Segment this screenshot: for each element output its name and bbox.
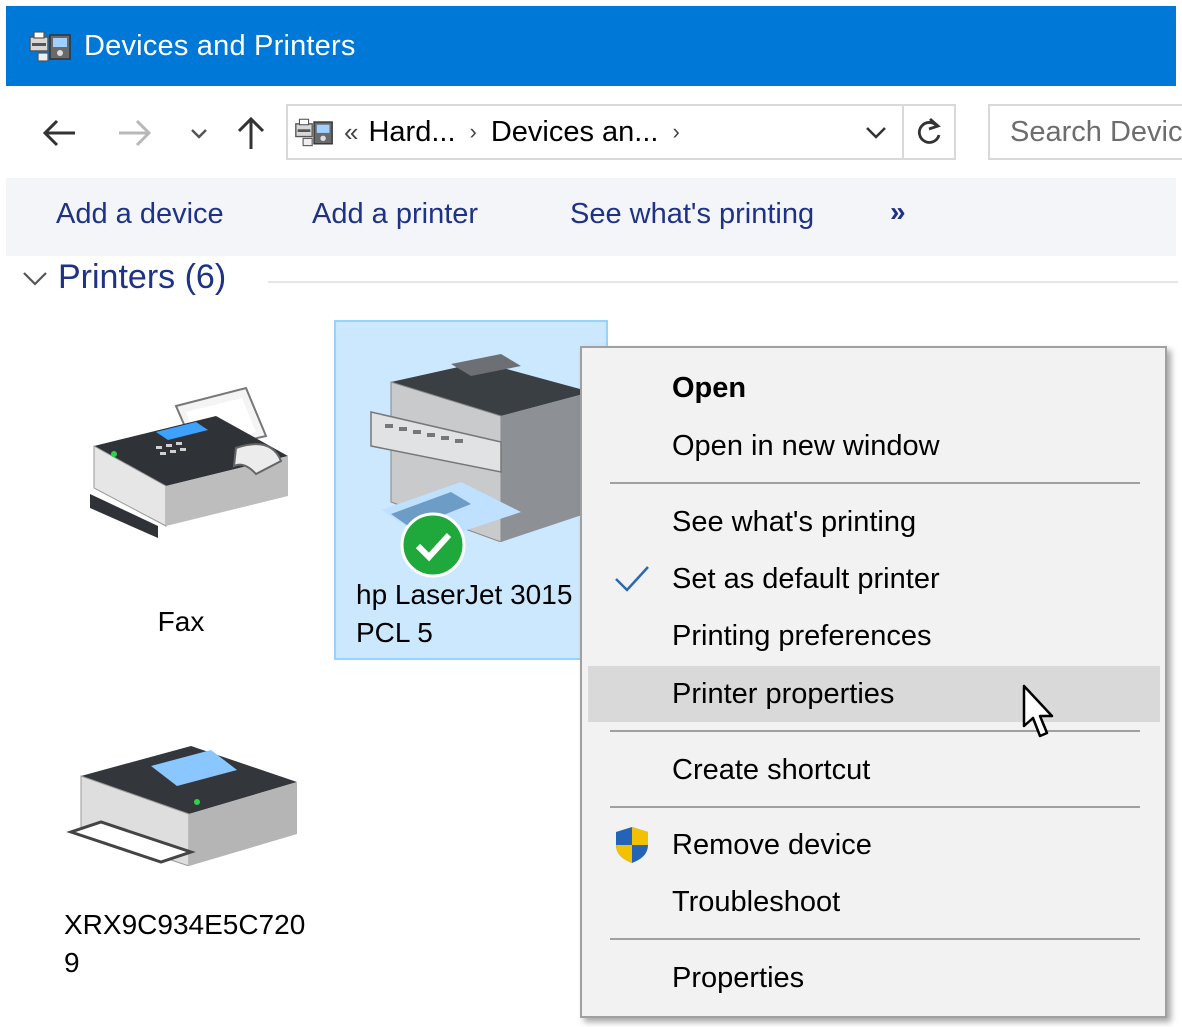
device-label: hp LaserJet 3015 PCL 5 bbox=[356, 576, 572, 652]
more-commands-button[interactable]: » bbox=[890, 196, 906, 228]
address-bar[interactable]: « Hard... › Devices an... › bbox=[286, 104, 956, 160]
chevron-down-icon bbox=[23, 271, 47, 286]
chevron-down-icon bbox=[866, 127, 886, 139]
menu-item-label: Set as default printer bbox=[672, 562, 940, 595]
device-label: XRX9C934E5C720 9 bbox=[64, 906, 305, 982]
search-input[interactable] bbox=[990, 115, 1182, 149]
command-bar: Add a device Add a printer See what's pr… bbox=[6, 178, 1176, 256]
menu-item-label: Create shortcut bbox=[672, 753, 871, 786]
add-printer-button[interactable]: Add a printer bbox=[312, 198, 478, 231]
group-divider bbox=[268, 281, 1178, 283]
menu-item-printing-preferences[interactable]: Printing preferences bbox=[582, 608, 1165, 664]
device-label-line1: XRX9C934E5C720 bbox=[64, 909, 306, 940]
menu-item-label: Printing preferences bbox=[672, 619, 932, 652]
context-menu: Open Open in new window See what's print… bbox=[580, 346, 1167, 1018]
back-button[interactable] bbox=[36, 108, 82, 158]
mouse-cursor-icon bbox=[1022, 684, 1054, 738]
menu-item-label: Printer properties bbox=[672, 677, 895, 710]
search-box[interactable] bbox=[988, 104, 1182, 160]
add-device-button[interactable]: Add a device bbox=[56, 198, 224, 231]
device-hp-laserjet[interactable]: hp LaserJet 3015 PCL 5 bbox=[334, 320, 608, 660]
refresh-icon bbox=[917, 117, 941, 144]
checkmark-icon bbox=[615, 566, 649, 592]
printers-group-header[interactable]: Printers (6) bbox=[20, 258, 226, 297]
title-bar: Devices and Printers bbox=[6, 6, 1176, 86]
breadcrumb-overflow[interactable]: « bbox=[344, 117, 358, 148]
menu-item-label: See what's printing bbox=[672, 505, 917, 538]
breadcrumb-chevron-icon[interactable]: › bbox=[470, 119, 477, 145]
recent-locations-button[interactable] bbox=[184, 108, 214, 158]
menu-item-open[interactable]: Open bbox=[582, 360, 1165, 416]
menu-item-label: Open bbox=[672, 371, 747, 404]
menu-separator bbox=[610, 938, 1140, 940]
window-title: Devices and Printers bbox=[84, 29, 356, 62]
device-label: Fax bbox=[157, 606, 205, 637]
menu-item-label: Open in new window bbox=[672, 429, 940, 462]
menu-item-printer-properties[interactable]: Printer properties bbox=[588, 666, 1160, 722]
chevron-down-icon bbox=[191, 129, 207, 139]
printers-group-title: Printers (6) bbox=[58, 258, 227, 296]
printer-icon bbox=[66, 746, 297, 867]
menu-item-troubleshoot[interactable]: Troubleshoot bbox=[582, 874, 1165, 930]
fax-icon bbox=[90, 386, 288, 538]
forward-button[interactable] bbox=[112, 108, 158, 158]
device-label-line2: PCL 5 bbox=[356, 617, 433, 648]
back-arrow-icon bbox=[42, 119, 75, 147]
menu-item-create-shortcut[interactable]: Create shortcut bbox=[582, 742, 1165, 798]
device-label-line2: 9 bbox=[64, 947, 80, 978]
menu-item-label: Troubleshoot bbox=[672, 885, 841, 918]
menu-item-remove-device[interactable]: Remove device bbox=[582, 817, 1165, 873]
breadcrumb-hardware[interactable]: Hard... bbox=[368, 116, 455, 149]
refresh-button[interactable] bbox=[902, 106, 954, 158]
up-arrow-icon bbox=[237, 116, 265, 149]
address-dropdown-button[interactable] bbox=[854, 106, 898, 158]
see-whats-printing-button[interactable]: See what's printing bbox=[570, 198, 814, 231]
menu-item-see-whats-printing[interactable]: See what's printing bbox=[582, 494, 1165, 550]
menu-item-set-default-printer[interactable]: Set as default printer bbox=[582, 551, 1165, 607]
devices-printers-icon bbox=[29, 31, 71, 62]
devices-printers-icon bbox=[295, 118, 333, 147]
device-xrx-printer[interactable]: XRX9C934E5C720 9 bbox=[46, 726, 316, 1026]
menu-item-properties[interactable]: Properties bbox=[582, 950, 1165, 1006]
up-button[interactable] bbox=[230, 108, 272, 158]
printer-mfp-icon bbox=[370, 354, 591, 543]
forward-arrow-icon bbox=[119, 119, 152, 147]
menu-item-label: Remove device bbox=[672, 828, 872, 861]
menu-separator bbox=[610, 730, 1140, 732]
breadcrumb-devices[interactable]: Devices an... bbox=[491, 116, 659, 149]
menu-separator bbox=[610, 806, 1140, 808]
menu-item-label: Properties bbox=[672, 961, 805, 994]
menu-separator bbox=[610, 482, 1140, 484]
default-printer-check-icon bbox=[400, 512, 466, 578]
uac-shield-icon bbox=[616, 827, 648, 863]
navigation-bar: « Hard... › Devices an... › bbox=[6, 86, 1182, 178]
device-label-line1: hp LaserJet 3015 bbox=[356, 579, 573, 610]
menu-item-open-new-window[interactable]: Open in new window bbox=[582, 418, 1165, 474]
device-fax[interactable]: Fax bbox=[46, 356, 316, 637]
breadcrumb-chevron-icon[interactable]: › bbox=[672, 119, 679, 145]
